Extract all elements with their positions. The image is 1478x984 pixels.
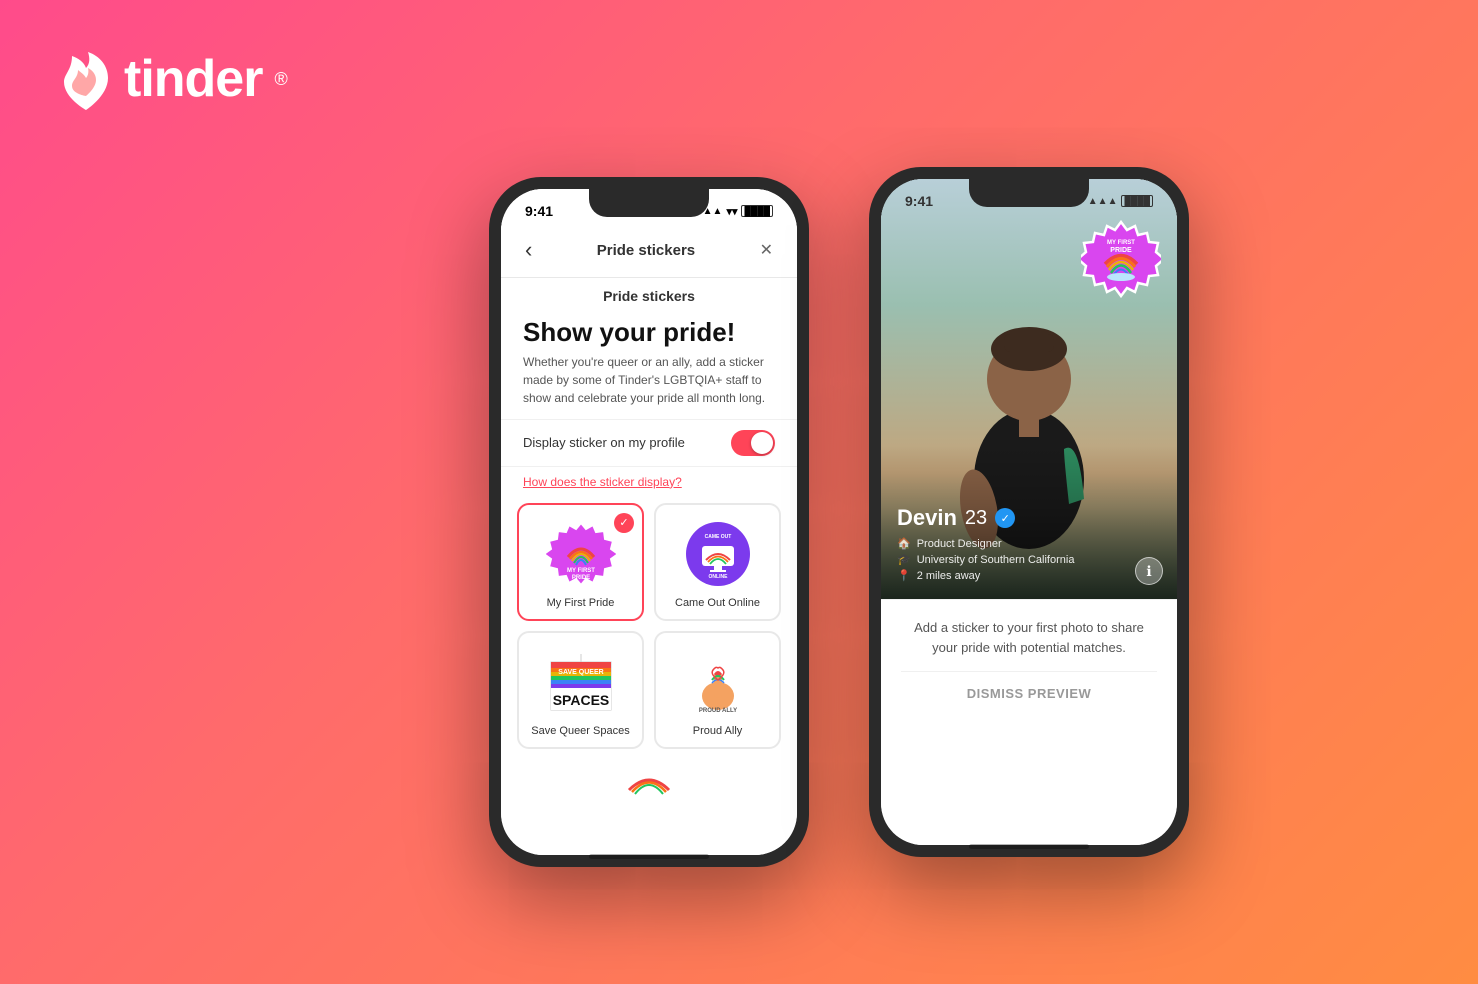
profile-job: 🏠 Product Designer: [897, 537, 1161, 550]
preview-rainbow-svg: [624, 765, 674, 795]
profile-distance: 📍 2 miles away: [897, 569, 1161, 582]
battery-icon-right: ████: [1121, 195, 1153, 207]
profile-name: Devin: [897, 505, 957, 531]
profile-badge-svg: MY FIRST PRIDE: [1081, 219, 1161, 299]
phone-notch-left: [589, 189, 709, 217]
sticker-label-mfp: My First Pride: [547, 597, 615, 609]
signal-icon-right: ▲▲▲: [1088, 196, 1118, 207]
nav-bar-left: ‹ Pride stickers ✕: [501, 225, 797, 278]
job-icon: 🏠: [897, 537, 911, 550]
sticker-proud-ally[interactable]: PROUD ALLY Proud Ally: [654, 631, 781, 749]
save-queer-spaces-svg: SAVE QUEER SPACES: [546, 652, 616, 712]
sticker-my-first-pride[interactable]: ✓: [517, 503, 644, 621]
profile-sticker-badge: MY FIRST PRIDE: [1081, 219, 1161, 299]
toggle-label: Display sticker on my profile: [523, 435, 685, 450]
phone-content-left: 9:41 ▲▲▲ ▾▾ ████ ‹ Pride stickers ✕ Prid…: [501, 189, 797, 855]
info-button[interactable]: ℹ: [1135, 557, 1163, 585]
back-button[interactable]: ‹: [521, 233, 536, 267]
verified-badge: ✓: [995, 508, 1015, 528]
section-title: Pride stickers: [501, 278, 797, 310]
status-time-left: 9:41: [525, 203, 553, 219]
phone-content-right: 9:41 ▲▲▲ ████: [881, 179, 1177, 845]
profile-photo: MY FIRST PRIDE Devin 23 ✓ 🏠 P: [881, 179, 1177, 599]
profile-school: 🎓 University of Southern California: [897, 553, 1161, 566]
status-bar-right: 9:41 ▲▲▲ ████: [881, 179, 1177, 215]
home-indicator-left: [589, 854, 709, 859]
how-display-link[interactable]: How does the sticker display?: [501, 467, 797, 497]
phone-left: 9:41 ▲▲▲ ▾▾ ████ ‹ Pride stickers ✕ Prid…: [489, 177, 809, 867]
svg-text:SAVE QUEER: SAVE QUEER: [558, 669, 603, 676]
close-button[interactable]: ✕: [756, 236, 777, 264]
location-icon: 📍: [897, 569, 911, 582]
sticker-grid: ✓: [501, 497, 797, 759]
add-sticker-text: Add a sticker to your first photo to sha…: [881, 599, 1177, 671]
wifi-icon-left: ▾▾: [726, 205, 737, 218]
toggle-switch[interactable]: [731, 430, 775, 456]
svg-text:ONLINE: ONLINE: [708, 574, 728, 580]
sticker-came-out-online[interactable]: CAME OUT ONLINE Came Out Online: [654, 503, 781, 621]
sticker-label-coo: Came Out Online: [675, 597, 760, 609]
show-pride-description: Whether you're queer or an ally, add a s…: [501, 353, 797, 419]
sticker-image-sqs: SAVE QUEER SPACES: [546, 647, 616, 717]
sticker-label-sqs: Save Queer Spaces: [531, 725, 629, 737]
svg-text:CAME OUT: CAME OUT: [704, 534, 731, 540]
svg-text:PROUD ALLY: PROUD ALLY: [698, 708, 736, 714]
bottom-sticker-preview: [501, 759, 797, 795]
dismiss-button[interactable]: DISMISS PREVIEW: [901, 671, 1157, 715]
sticker-save-queer-spaces[interactable]: SAVE QUEER SPACES Save Queer Spaces: [517, 631, 644, 749]
home-indicator-right: [969, 844, 1089, 849]
battery-icon-left: ████: [741, 205, 773, 217]
phone-right: 9:41 ▲▲▲ ████: [869, 167, 1189, 857]
svg-text:MY FIRST: MY FIRST: [567, 568, 595, 574]
svg-text:PRIDE: PRIDE: [1110, 247, 1132, 254]
toggle-row: Display sticker on my profile: [501, 419, 797, 467]
show-pride-heading: Show your pride!: [501, 310, 797, 353]
nav-title-left: Pride stickers: [597, 242, 695, 259]
sticker-label-pa: Proud Ally: [693, 725, 743, 737]
phone-screen-left: 9:41 ▲▲▲ ▾▾ ████ ‹ Pride stickers ✕ Prid…: [501, 189, 797, 855]
phone-screen-right: 9:41 ▲▲▲ ████: [881, 179, 1177, 845]
came-out-online-svg: CAME OUT ONLINE: [684, 520, 752, 588]
my-first-pride-svg: MY FIRST PRIDE: [546, 519, 616, 589]
school-icon: 🎓: [897, 553, 911, 566]
svg-text:PRIDE: PRIDE: [571, 575, 589, 581]
svg-text:SPACES: SPACES: [552, 692, 609, 708]
status-time-right: 9:41: [905, 193, 933, 209]
sticker-image-mfp: MY FIRST PRIDE: [546, 519, 616, 589]
proud-ally-svg: PROUD ALLY: [684, 648, 752, 716]
sticker-image-coo: CAME OUT ONLINE: [683, 519, 753, 589]
svg-text:MY FIRST: MY FIRST: [1107, 240, 1135, 246]
profile-name-row: Devin 23 ✓: [897, 505, 1161, 531]
status-icons-right: ▲▲▲ ████: [1088, 195, 1153, 207]
profile-info-overlay: Devin 23 ✓ 🏠 Product Designer 🎓 Universi…: [881, 445, 1177, 599]
phones-container: 9:41 ▲▲▲ ▾▾ ████ ‹ Pride stickers ✕ Prid…: [0, 0, 1478, 984]
check-icon: ✓: [614, 513, 634, 533]
sticker-image-pa: PROUD ALLY: [683, 647, 753, 717]
profile-age: 23: [965, 507, 987, 530]
